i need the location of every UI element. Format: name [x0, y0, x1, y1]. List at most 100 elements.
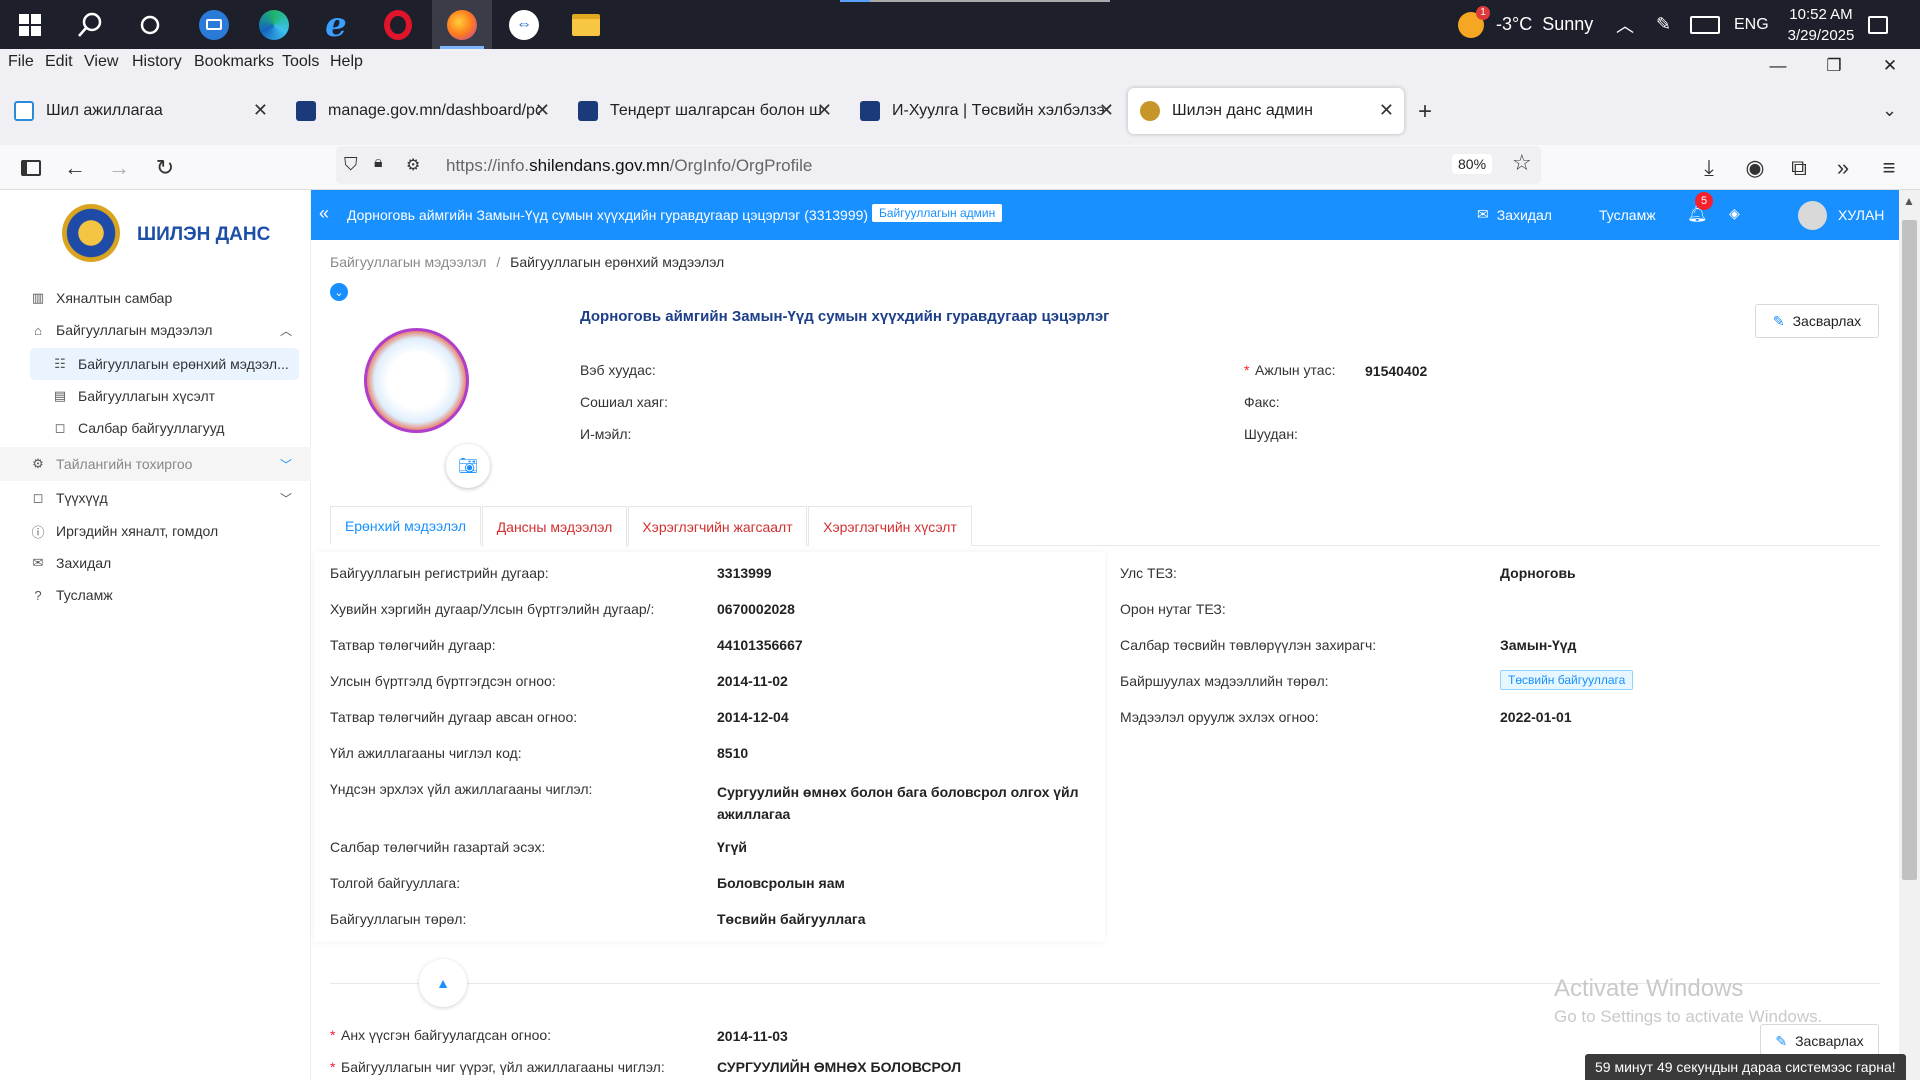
tab-close-icon[interactable]: ✕: [817, 100, 832, 121]
more-tools-icon[interactable]: »: [1828, 153, 1858, 183]
minimize-button[interactable]: —: [1750, 49, 1806, 82]
bell-icon[interactable]: 🔔︎ 5: [1687, 192, 1713, 224]
permissions-icon[interactable]: ⚙: [406, 155, 420, 175]
windows-start-icon[interactable]: [0, 0, 60, 49]
internet-explorer-icon[interactable]: e: [306, 0, 366, 49]
page-scrollbar[interactable]: ▲: [1899, 190, 1920, 1080]
tab-close-icon[interactable]: ✕: [535, 100, 550, 121]
teamviewer-icon[interactable]: ⇔: [494, 0, 554, 49]
field-label: Үйл ажиллагааны чиглэл код:: [330, 745, 522, 761]
menu-edit[interactable]: Edit: [45, 53, 73, 71]
browser-tab[interactable]: manage.gov.mn/dashboard/pos ✕: [284, 88, 560, 134]
weather-widget[interactable]: 1 -3°C Sunny: [1458, 0, 1593, 49]
tab-user-list[interactable]: Хэрэглэгчийн жагсаалт: [628, 506, 807, 546]
edit-button[interactable]: ✎ Засварлах: [1755, 304, 1879, 338]
tab-close-icon[interactable]: ✕: [1099, 100, 1114, 121]
url-bar[interactable]: ⛉ 🔒︎ ⚙ https://info.shilendans.gov.mn/Or…: [336, 146, 1541, 184]
menu-bookmarks[interactable]: Bookmarks: [194, 53, 274, 71]
header-mail-link[interactable]: ✉ Захидал: [1477, 206, 1552, 223]
camera-icon[interactable]: 📷︎: [446, 444, 490, 488]
header-help-link[interactable]: Тусламж: [1599, 207, 1656, 223]
collapse-toggle-icon[interactable]: ⌄: [330, 283, 348, 301]
restore-button[interactable]: ❐: [1806, 49, 1862, 82]
sidebar-item-dashboard[interactable]: ▥ Хяналтын самбар: [30, 283, 300, 313]
url-text[interactable]: https://info.shilendans.gov.mn/OrgInfo/O…: [446, 156, 812, 176]
reload-icon[interactable]: ↻: [150, 153, 180, 183]
user-name[interactable]: ХУЛАН: [1838, 207, 1884, 223]
tab-account-info[interactable]: Дансны мэдээлэл: [482, 506, 627, 546]
extensions-icon[interactable]: ⧉: [1784, 153, 1814, 183]
tab-title: Тендерт шалгарсан болон шал: [610, 102, 822, 119]
mail-icon: ✉: [1477, 206, 1489, 222]
account-icon[interactable]: ◉: [1740, 153, 1770, 183]
menu-tools[interactable]: Tools: [282, 53, 319, 71]
language-indicator[interactable]: ENG: [1734, 0, 1769, 49]
edge-icon[interactable]: [244, 0, 304, 49]
sidebar-item-label: Тусламж: [56, 587, 113, 603]
notification-center-icon[interactable]: [1868, 0, 1888, 49]
lock-icon[interactable]: 🔒︎: [374, 154, 383, 172]
firefox-icon[interactable]: [432, 0, 492, 49]
sidebar-toggle-icon[interactable]: [16, 153, 46, 183]
collapse-sidebar-icon[interactable]: «: [319, 203, 329, 224]
close-window-button[interactable]: ✕: [1862, 49, 1918, 82]
field-label: Байгууллагын регистрийн дугаар:: [330, 565, 549, 581]
pen-icon[interactable]: ✎: [1656, 0, 1671, 49]
chevron-up-icon[interactable]: ︿: [1616, 0, 1634, 49]
collapse-up-icon[interactable]: ▲: [419, 959, 467, 1007]
shield-icon[interactable]: ⛉: [344, 154, 358, 175]
field-label: Татвар төлөгчийн дугаар авсан огноо:: [330, 709, 578, 725]
clock[interactable]: 10:52 AM 3/29/2025: [1776, 0, 1866, 49]
sidebar-item-citizen-complaints[interactable]: ⓘ Иргэдийн хяналт, гомдол: [30, 516, 300, 546]
table-icon: ☷: [54, 356, 66, 371]
tab-close-icon[interactable]: ✕: [253, 100, 268, 121]
sidebar-item-mail[interactable]: ✉ Захидал: [30, 548, 300, 578]
task-view-icon[interactable]: [120, 0, 180, 49]
sidebar-item-label: Түүхүүд: [56, 490, 108, 506]
required-mark: *: [330, 1059, 336, 1075]
question-icon: ?: [34, 587, 42, 603]
breadcrumb-parent[interactable]: Байгууллагын мэдээлэл: [330, 254, 486, 270]
sidebar-item-report-settings[interactable]: ⚙ Тайлангийн тохиргоо ﹀: [30, 449, 300, 479]
browser-tab-active[interactable]: Шилэн данс админ ✕: [1128, 88, 1404, 134]
tab-general-info[interactable]: Ерөнхий мэдээлэл: [330, 506, 481, 546]
avatar[interactable]: [1798, 201, 1827, 230]
field-value: 8510: [717, 745, 749, 761]
opera-icon[interactable]: [368, 0, 428, 49]
tab-close-icon[interactable]: ✕: [1379, 100, 1394, 121]
sidebar-item-org-info[interactable]: ⌂ Байгууллагын мэдээлэл ︿: [30, 315, 300, 345]
sidebar-item-history[interactable]: ◻ Түүхүүд ﹀: [30, 483, 300, 513]
zoom-level[interactable]: 80%: [1452, 154, 1493, 174]
edit-button-lower[interactable]: ✎ Засварлах: [1760, 1024, 1879, 1058]
field-label: Толгой байгууллага:: [330, 875, 461, 891]
sidebar-item-branches[interactable]: ◻ Салбар байгууллагууд: [52, 413, 292, 443]
weather-badge: 1: [1476, 5, 1490, 20]
file-explorer-icon[interactable]: [556, 0, 616, 49]
field-value: 0670002028: [717, 601, 795, 617]
remote-desktop-icon[interactable]: [184, 0, 244, 49]
edit-button-label: Засварлах: [1795, 1033, 1864, 1049]
sidebar-item-help[interactable]: ? Тусламж: [30, 580, 300, 610]
tab-user-requests[interactable]: Хэрэглэгчийн хүсэлт: [808, 506, 972, 546]
keyboard-icon[interactable]: [1690, 0, 1720, 49]
hamburger-menu-icon[interactable]: ≡: [1874, 153, 1904, 183]
menu-view[interactable]: View: [84, 53, 118, 71]
chevron-down-icon[interactable]: ⌄: [1882, 100, 1897, 121]
scroll-up-icon[interactable]: ▲: [1903, 194, 1915, 208]
browser-tab[interactable]: Тендерт шалгарсан болон шал ✕: [566, 88, 842, 134]
search-icon[interactable]: [60, 0, 120, 49]
browser-tab[interactable]: И-Хуулга | Төсвийн хэлбэлзэл ✕: [848, 88, 1124, 134]
browser-tab[interactable]: Шил ажиллагаа ✕: [2, 88, 278, 134]
diamond-icon[interactable]: ◈: [1729, 205, 1740, 222]
sidebar-item-org-request[interactable]: ▤ Байгууллагын хүсэлт: [52, 381, 292, 411]
forward-icon[interactable]: →: [104, 153, 134, 183]
menu-history[interactable]: History: [132, 53, 182, 71]
menu-help[interactable]: Help: [330, 53, 363, 71]
sidebar-item-org-general[interactable]: ☷ Байгууллагын ерөнхий мэдээл...: [52, 349, 292, 379]
back-icon[interactable]: ←: [60, 153, 90, 183]
bookmark-star-icon[interactable]: ☆: [1512, 150, 1532, 176]
menu-file[interactable]: File: [8, 53, 34, 71]
download-icon[interactable]: ⤓: [1694, 153, 1724, 183]
new-tab-button[interactable]: +: [1418, 98, 1432, 126]
scrollbar-thumb[interactable]: [1902, 220, 1917, 880]
